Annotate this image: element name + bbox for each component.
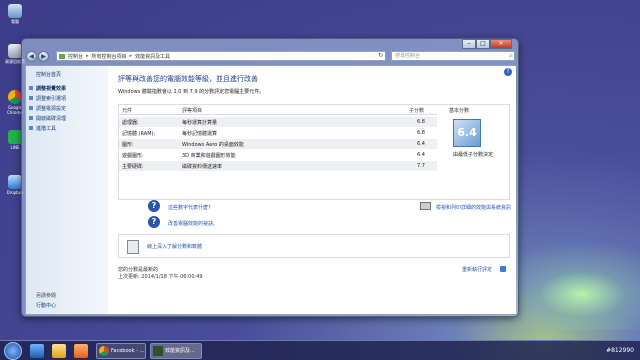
page-description: Windows 體驗指數會以 1.0 到 7.9 的分數評定您電腦主要元件。: [118, 89, 265, 95]
chrome-icon: [99, 346, 109, 356]
component-name: 主要硬碟:: [122, 164, 144, 170]
media-player-icon[interactable]: [74, 344, 88, 358]
improve-tips-link[interactable]: 改善電腦效能的祕訣。: [168, 220, 218, 227]
score-status: 您的分數是最新的: [118, 267, 159, 273]
internet-explorer-icon[interactable]: [30, 344, 44, 358]
subscore: 6.4: [417, 141, 425, 147]
last-updated: 上次更新: 2014/1/18 下午 06:00:49: [118, 274, 203, 280]
caption-buttons: – □ ✕: [462, 39, 512, 49]
maximize-button[interactable]: □: [476, 39, 490, 49]
component-name: 記憶體 (RAM):: [122, 131, 156, 137]
breadcrumb-item[interactable]: 效能資訊及工具: [135, 53, 170, 60]
table-row: 主要硬碟: 磁碟資料傳送速率 7.7: [119, 161, 437, 171]
question-icon: ?: [148, 216, 160, 228]
start-button[interactable]: [4, 342, 22, 360]
search-input[interactable]: 搜尋控制台 ⌕: [391, 51, 515, 61]
close-button[interactable]: ✕: [490, 39, 512, 49]
address-bar[interactable]: 控制台 ▸ 所有控制台項目 ▸ 效能資訊及工具: [56, 51, 386, 61]
back-arrow-icon[interactable]: ◀: [26, 50, 37, 62]
sidebar-item-disk-cleanup[interactable]: 開啟磁碟清理: [36, 115, 66, 122]
taskbar-item-label: Facebook - ...: [111, 348, 145, 354]
component-name: 圖形:: [122, 142, 134, 148]
taskbar: Facebook - ... 效能資訊及... #812990: [0, 340, 640, 360]
print-details-link[interactable]: 檢視和列印詳細的效能與系統資訊: [436, 204, 511, 211]
chevron-right-icon: ▸: [86, 53, 89, 59]
base-score-panel: 6.4 由最低子分數決定: [437, 105, 511, 199]
rating-item: 磁碟資料傳送速率: [182, 164, 223, 170]
online-info-box: 線上深入了解分數和軟體: [118, 234, 510, 258]
rerun-assessment-link[interactable]: 重新執行評定: [462, 266, 492, 273]
page-title: 評等與改善您的電腦效能等級，並且進行改善: [118, 75, 258, 83]
breadcrumb-item[interactable]: 控制台: [68, 53, 83, 60]
shield-icon: [29, 86, 33, 90]
action-center-link[interactable]: 行動中心: [36, 302, 56, 309]
table-header: 元件 評等項目 子分數: [119, 105, 437, 115]
desktop-icon-computer[interactable]: 電腦: [4, 4, 26, 25]
sidebar-item-visual-effects[interactable]: 調整視覺效果: [36, 85, 66, 92]
help-icon[interactable]: ?: [504, 68, 512, 76]
content-area: 控制台首頁 調整視覺效果 調整索引選項 調整電源設定 開啟磁碟清理 進階工具 另…: [25, 65, 516, 315]
file-explorer-icon[interactable]: [52, 344, 66, 358]
tray-text: #812990: [606, 347, 634, 354]
component-name: 處理器:: [122, 120, 139, 126]
computer-icon: [8, 4, 22, 18]
taskbar-item-chrome[interactable]: Facebook - ...: [96, 343, 146, 359]
table-row: 遊戲圖形: 3D 商業和遊戲圖形效能 6.4: [119, 150, 437, 160]
shield-icon: [29, 96, 33, 100]
performance-window: – □ ✕ ◀ ▶ 控制台 ▸ 所有控制台項目 ▸ 效能資訊及工具 ↻ 搜尋控制…: [21, 38, 519, 317]
sidebar: 控制台首頁 調整視覺效果 調整索引選項 調整電源設定 開啟磁碟清理 進階工具 另…: [26, 66, 108, 314]
table-row: 記憶體 (RAM): 每秒記憶體運算 6.8: [119, 128, 437, 138]
subscore: 6.8: [417, 119, 425, 125]
subscore: 6.4: [417, 152, 425, 158]
breadcrumb-item[interactable]: 所有控制台項目: [92, 53, 127, 60]
taskbar-item-performance[interactable]: 效能資訊及...: [150, 343, 202, 359]
search-icon: ⌕: [509, 53, 512, 59]
minimize-button[interactable]: –: [462, 39, 476, 49]
rating-item: Windows Aero 的桌面效能: [182, 142, 244, 148]
rating-item: 每秒運算計算量: [182, 120, 218, 126]
subscore: 6.8: [417, 130, 425, 136]
shield-icon: [500, 266, 506, 272]
shield-icon: [29, 106, 33, 110]
line-icon: [8, 130, 22, 144]
shield-icon: [29, 126, 33, 130]
control-panel-icon: [59, 53, 65, 59]
printer-icon: [420, 202, 431, 210]
sidebar-item-power[interactable]: 調整電源設定: [36, 105, 66, 112]
chrome-icon: [8, 90, 22, 104]
see-also-label: 另請參閱: [36, 293, 57, 299]
base-score-badge: 6.4: [453, 119, 481, 147]
recycle-bin-icon: [8, 44, 22, 58]
taskbar-item-label: 效能資訊及...: [165, 348, 195, 354]
table-row: 圖形: Windows Aero 的桌面效能 6.4: [119, 139, 437, 149]
base-score-caption: 由最低子分數決定: [452, 152, 493, 158]
rating-item: 每秒記憶體運算: [182, 131, 218, 137]
desktop-icon-label: 電腦: [11, 19, 19, 24]
main-panel: ? 評等與改善您的電腦效能等級，並且進行改善 Windows 體驗指數會以 1.…: [108, 66, 516, 314]
question-icon: ?: [148, 200, 160, 212]
navigation-bar: ◀ ▶ 控制台 ▸ 所有控制台項目 ▸ 效能資訊及工具 ↻ 搜尋控制台 ⌕: [26, 49, 516, 63]
refresh-icon[interactable]: ↻: [378, 52, 383, 59]
sidebar-item-indexing[interactable]: 調整索引選項: [36, 95, 66, 102]
column-header: 子分數: [409, 108, 425, 114]
component-name: 遊戲圖形:: [122, 153, 144, 159]
column-header: 評等項目: [182, 108, 203, 114]
subscore: 7.7: [417, 163, 425, 169]
learn-more-online-link[interactable]: 線上深入了解分數和軟體: [147, 243, 202, 250]
desktop-icon-label: LINE: [10, 145, 20, 150]
sidebar-item-advanced-tools[interactable]: 進階工具: [36, 125, 56, 132]
forward-arrow-icon[interactable]: ▶: [38, 50, 49, 62]
dropbox-icon: [8, 175, 22, 189]
what-mean-link[interactable]: 這些數字代表什麼?: [168, 204, 211, 211]
sidebar-item-home[interactable]: 控制台首頁: [36, 71, 61, 78]
rating-item: 3D 商業和遊戲圖形效能: [182, 153, 236, 159]
shield-icon: [29, 116, 33, 120]
column-header: 元件: [122, 108, 133, 114]
document-icon: [127, 240, 139, 254]
search-placeholder: 搜尋控制台: [395, 53, 421, 59]
table-row: 處理器: 每秒運算計算量 6.8: [119, 117, 437, 127]
chevron-right-icon: ▸: [129, 53, 133, 59]
score-table: 元件 評等項目 子分數 基本分數 處理器: 每秒運算計算量 6.8 記憶體 (R…: [118, 104, 510, 200]
performance-icon: [153, 346, 163, 356]
